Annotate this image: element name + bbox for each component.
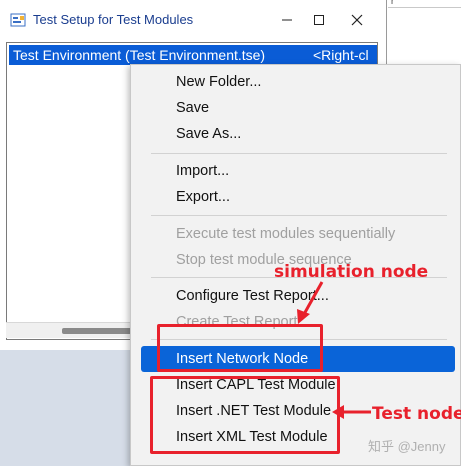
title-bar[interactable]: Test Setup for Test Modules <box>0 0 386 40</box>
tree-item-test-environment[interactable]: Test Environment (Test Environment.tse) … <box>9 45 377 65</box>
maximize-button[interactable] <box>304 8 334 32</box>
simulation-node-label: simulation node <box>274 262 429 282</box>
test-node-highlight-box <box>150 376 340 454</box>
menu-item-new-folder[interactable]: New Folder... <box>131 69 460 95</box>
menu-separator <box>151 215 447 216</box>
maximize-icon <box>314 15 324 25</box>
menu-item-export[interactable]: Export... <box>131 184 460 210</box>
menu-separator <box>151 153 447 154</box>
test-node-label: Test node <box>372 404 461 424</box>
close-button[interactable] <box>342 8 372 32</box>
menu-item-configure-test-report[interactable]: Configure Test Report... <box>131 283 460 309</box>
menu-item-save[interactable]: Save <box>131 95 460 121</box>
menu-item-save-as[interactable]: Save As... <box>131 121 460 147</box>
minimize-icon <box>282 19 292 21</box>
minimize-button[interactable] <box>272 8 302 32</box>
tree-item-hint: <Right-cl <box>313 47 369 63</box>
background-window-edge <box>388 0 461 8</box>
simulation-node-highlight-box <box>157 324 323 372</box>
close-icon <box>351 14 363 26</box>
background-window-text: r <box>391 0 394 6</box>
menu-item-import[interactable]: Import... <box>131 158 460 184</box>
test-setup-app-icon <box>10 12 26 28</box>
tree-item-label: Test Environment (Test Environment.tse) <box>13 47 266 63</box>
menu-item-execute-sequentially: Execute test modules sequentially <box>176 226 396 242</box>
window-title: Test Setup for Test Modules <box>33 12 194 27</box>
watermark: 知乎 @Jenny <box>368 439 446 454</box>
